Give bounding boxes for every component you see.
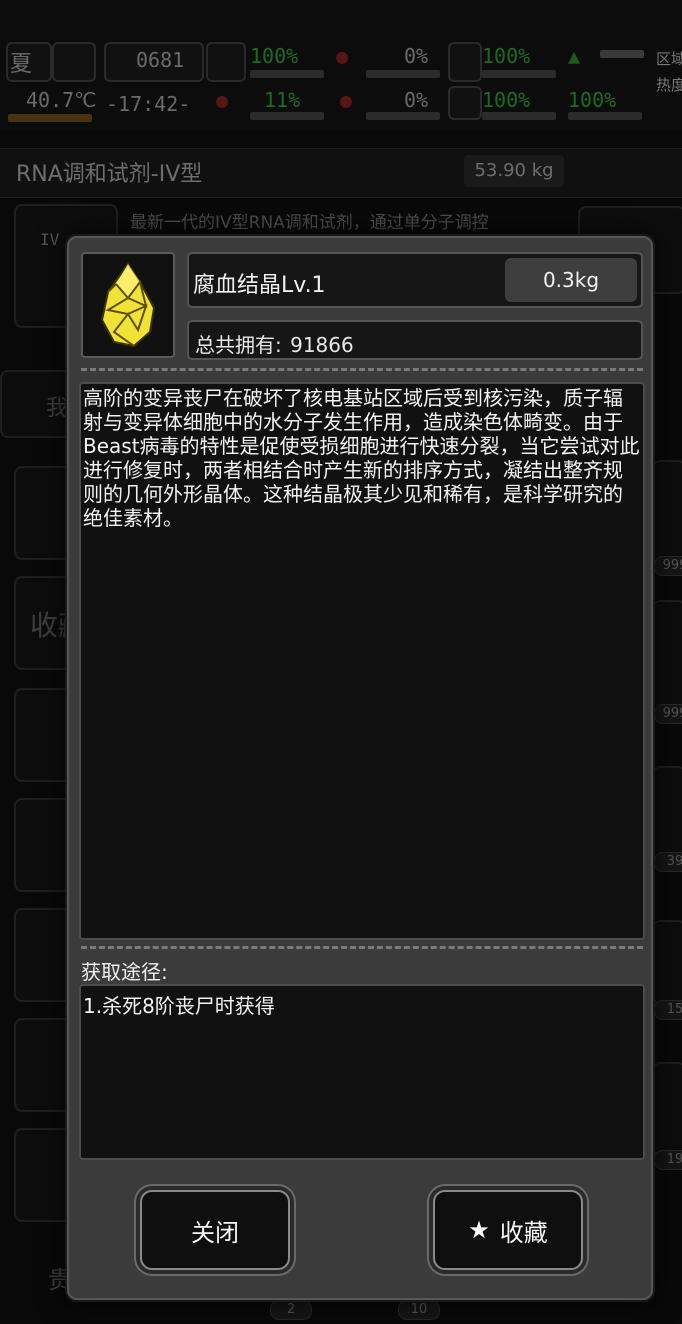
divider [81,946,643,949]
bg-item-title: RNA调和试剂-IV型 [16,162,203,187]
stat-heart-bar [482,112,556,120]
medkit-icon [206,42,246,82]
bg-slot-count: 19 [654,1150,682,1170]
bg-bottom-count: 10 [398,1300,440,1320]
bg-right-slot [652,600,682,714]
bg-bottom-count: 2 [270,1300,312,1320]
heart-icon [448,86,482,120]
bg-right-slot [652,1062,682,1156]
stat-stamina: 100% [568,88,617,112]
heat-label: 热度 [656,76,682,94]
stat-mood-bar [250,112,324,120]
bg-slot-count: 39 [654,852,682,872]
stat-blood-bar [366,112,440,120]
season-label: 夏 [10,52,33,77]
stat-medicine-bar [482,70,556,78]
owned-label: 总共拥有: [195,333,282,357]
stat-stamina-bar [568,112,642,120]
bg-slot-count: 999 [654,556,682,576]
blood-icon: ● [340,88,353,112]
status-hud: 夏 40.7℃ 0681 -17:42- 100% ● 0% 100% ▲ 区域… [0,0,682,130]
bg-tier-badge: IV [40,230,60,249]
favorite-button[interactable]: ★ 收藏 [433,1190,583,1270]
owned-count: 总共拥有: 91866 [193,329,354,358]
owned-value: 91866 [290,333,354,357]
bg-tab-label: 我 [46,396,69,421]
stat-health: 100% [250,44,299,68]
close-button[interactable]: 关闭 [140,1190,290,1270]
pill-icon [448,42,482,82]
stat-blood: 0% [404,88,429,112]
item-description: 高阶的变异丧尸在破坏了核电基站区域后受到核污染，质子辐射与变异体细胞中的水分子发… [79,382,645,940]
bg-slot-count: 999 [654,704,682,724]
bg-right-slot [652,920,682,1004]
sun-icon [52,42,96,82]
stat-medicine: 100% [482,44,531,68]
item-name-box: 腐血结晶Lv.1 0.3kg [187,252,643,308]
bg-item-weight: 53.90 kg [464,155,564,187]
temperature-readout: 40.7℃ [26,88,97,112]
zone-label: 区域 [656,50,682,68]
brain-icon: ● [216,88,229,112]
favorite-button-label: 收藏 [499,1218,548,1247]
source-list: 1.杀死8阶丧尸时获得 [79,984,645,1160]
counter-readout: 0681 [136,48,185,72]
star-icon: ★ [468,1216,490,1244]
close-button-label: 关闭 [191,1218,239,1247]
bg-slot-count: 15 [654,1000,682,1020]
stat-hunger: 0% [404,44,429,68]
boot-icon: ▲ [568,44,581,68]
clock-readout: -17:42- [106,92,191,116]
item-weight: 0.3kg [505,258,637,302]
item-icon-frame [81,252,175,358]
stat-hunger-bar [366,70,440,78]
source-label: 获取途径: [81,960,168,984]
yellow-crystal-icon [100,262,156,348]
flag-bar [600,50,644,58]
stat-heart: 100% [482,88,531,112]
hunger-icon: ● [336,44,349,68]
item-name: 腐血结晶Lv.1 [193,273,326,298]
temperature-bar [8,114,92,122]
owned-count-box: 总共拥有: 91866 [187,320,643,360]
item-detail-dialog: 腐血结晶Lv.1 0.3kg 总共拥有: 91866 高阶的变异丧尸在破坏了核电… [67,236,653,1300]
stat-mood: 11% [264,88,301,112]
bg-item-description: 最新一代的IV型RNA调和试剂，通过单分子调控 [130,213,489,233]
divider [81,368,643,371]
source-item: 1.杀死8阶丧尸时获得 [83,994,275,1018]
stat-health-bar [250,70,324,78]
